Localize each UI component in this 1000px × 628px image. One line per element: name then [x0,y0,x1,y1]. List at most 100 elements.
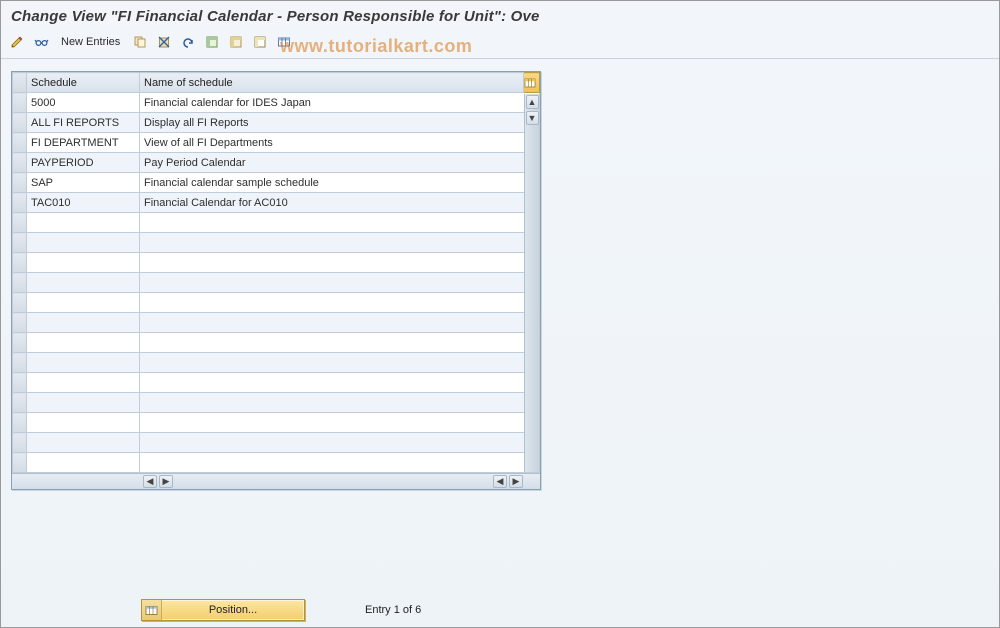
table-row[interactable] [13,293,540,313]
row-selector[interactable] [13,213,27,233]
scroll-left-end-button[interactable]: ◀ [493,475,507,488]
table-row[interactable]: 5000Financial calendar for IDES Japan [13,93,540,113]
undo-button[interactable] [178,32,198,52]
select-block-button[interactable] [226,32,246,52]
schedule-cell[interactable] [27,253,140,273]
scroll-down-button[interactable]: ▼ [526,111,539,125]
schedule-cell[interactable] [27,233,140,253]
schedule-cell[interactable]: PAYPERIOD [27,153,140,173]
table-row[interactable] [13,393,540,413]
schedule-cell[interactable]: TAC010 [27,193,140,213]
table-config-corner-button[interactable] [524,73,540,93]
row-selector[interactable] [13,273,27,293]
schedule-cell[interactable] [27,293,140,313]
row-selector[interactable] [13,373,27,393]
schedule-cell[interactable] [27,393,140,413]
col-header-name[interactable]: Name of schedule [140,73,524,93]
schedule-cell[interactable] [27,313,140,333]
table-row[interactable]: ALL FI REPORTSDisplay all FI Reports [13,113,540,133]
table-row[interactable] [13,253,540,273]
schedule-name-cell[interactable] [140,213,540,233]
table-row[interactable] [13,213,540,233]
table-row[interactable] [13,333,540,353]
schedule-name-cell[interactable] [140,353,540,373]
row-selector[interactable] [13,193,27,213]
schedule-name-cell[interactable]: Display all FI Reports [140,113,540,133]
schedule-name-cell[interactable] [140,233,540,253]
table-row[interactable]: FI DEPARTMENTView of all FI Departments [13,133,540,153]
schedule-name-cell[interactable] [140,313,540,333]
vertical-scrollbar[interactable]: ▲ ▼ [524,94,539,472]
schedule-cell[interactable] [27,213,140,233]
schedule-name-cell[interactable]: View of all FI Departments [140,133,540,153]
table-row[interactable] [13,313,540,333]
table-row[interactable]: PAYPERIODPay Period Calendar [13,153,540,173]
row-selector[interactable] [13,293,27,313]
schedule-name-cell[interactable]: Financial Calendar for AC010 [140,193,540,213]
schedule-cell[interactable] [27,273,140,293]
schedule-cell[interactable]: ALL FI REPORTS [27,113,140,133]
table-row[interactable]: SAPFinancial calendar sample schedule [13,173,540,193]
row-selector[interactable] [13,453,27,473]
row-selector[interactable] [13,253,27,273]
table-row[interactable] [13,353,540,373]
table-row[interactable]: TAC010Financial Calendar for AC010 [13,193,540,213]
schedule-name-cell[interactable] [140,273,540,293]
schedule-cell[interactable] [27,333,140,353]
schedule-name-cell[interactable] [140,373,540,393]
row-selector[interactable] [13,113,27,133]
row-selector[interactable] [13,133,27,153]
table-row[interactable] [13,433,540,453]
scroll-right-inner-button[interactable]: ▶ [159,475,173,488]
table-row[interactable] [13,273,540,293]
table-settings-button[interactable] [274,32,294,52]
row-selector[interactable] [13,153,27,173]
row-selector[interactable] [13,173,27,193]
table-row[interactable] [13,373,540,393]
col-header-schedule[interactable]: Schedule [27,73,140,93]
schedule-cell[interactable]: SAP [27,173,140,193]
table-header-row: Schedule Name of schedule [13,73,540,93]
schedule-cell[interactable] [27,353,140,373]
row-selector[interactable] [13,393,27,413]
schedule-name-cell[interactable] [140,253,540,273]
schedule-cell[interactable] [27,413,140,433]
table-row[interactable] [13,453,540,473]
schedule-cell[interactable] [27,453,140,473]
row-selector[interactable] [13,93,27,113]
schedule-name-cell[interactable] [140,333,540,353]
scroll-left-button[interactable]: ◀ [143,475,157,488]
horizontal-scrollbar[interactable]: ◀ ▶ ◀ ▶ [12,473,540,489]
new-entries-button[interactable]: New Entries [55,32,126,52]
row-selector[interactable] [13,313,27,333]
scroll-up-button[interactable]: ▲ [526,95,539,109]
row-selector[interactable] [13,413,27,433]
schedule-name-cell[interactable] [140,413,540,433]
table-row[interactable] [13,233,540,253]
copy-as-button[interactable] [130,32,150,52]
schedule-name-cell[interactable] [140,393,540,413]
toggle-change-button[interactable] [7,32,27,52]
position-button[interactable]: Position... [141,599,305,621]
delete-button[interactable] [154,32,174,52]
deselect-all-button[interactable] [250,32,270,52]
schedule-name-cell[interactable]: Financial calendar for IDES Japan [140,93,540,113]
table-row[interactable] [13,413,540,433]
schedule-name-cell[interactable]: Financial calendar sample schedule [140,173,540,193]
schedule-name-cell[interactable] [140,293,540,313]
scroll-right-button[interactable]: ▶ [509,475,523,488]
row-selector[interactable] [13,333,27,353]
row-selector[interactable] [13,233,27,253]
select-all-rows-corner[interactable] [13,73,27,93]
schedule-cell[interactable] [27,433,140,453]
schedule-name-cell[interactable] [140,453,540,473]
schedule-cell[interactable]: 5000 [27,93,140,113]
select-all-button[interactable] [202,32,222,52]
other-view-button[interactable] [31,32,51,52]
row-selector[interactable] [13,353,27,373]
schedule-name-cell[interactable]: Pay Period Calendar [140,153,540,173]
row-selector[interactable] [13,433,27,453]
schedule-name-cell[interactable] [140,433,540,453]
schedule-cell[interactable]: FI DEPARTMENT [27,133,140,153]
schedule-cell[interactable] [27,373,140,393]
